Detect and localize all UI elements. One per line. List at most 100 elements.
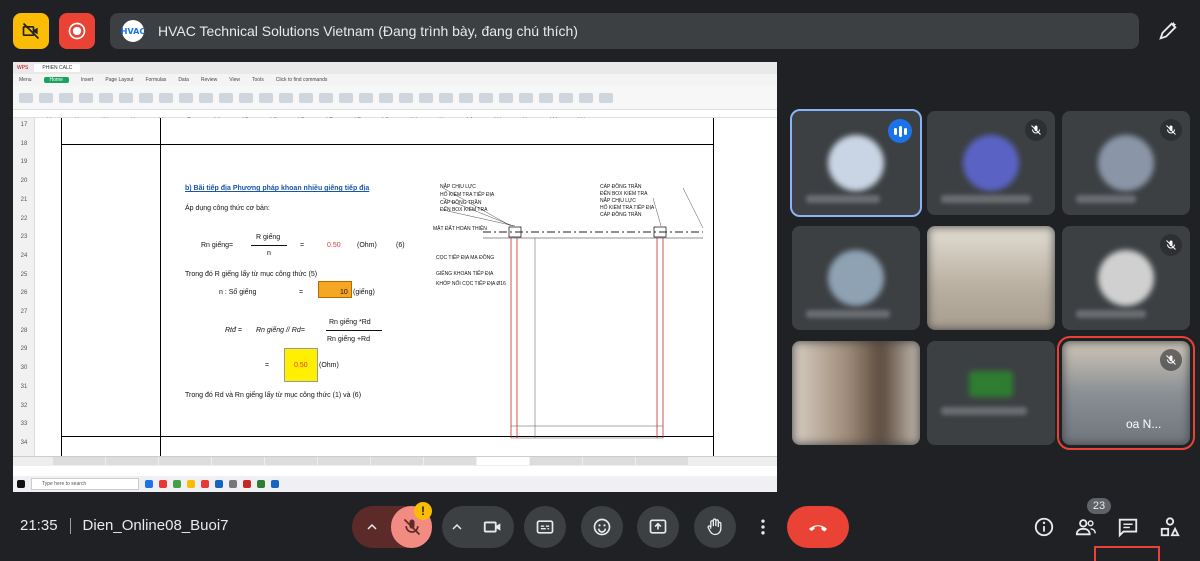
clock-time: 21:35 (20, 517, 58, 534)
diagram-label: GIẾNG KHOAN TIẾP ĐỊA (436, 271, 494, 277)
mic-off-icon (1160, 119, 1182, 141)
avatar (1098, 135, 1154, 191)
camera-control-group (442, 506, 514, 548)
rn-value: 0.50 (327, 242, 341, 249)
row-header: 23 (20, 234, 28, 241)
chat-icon[interactable] (1113, 512, 1143, 542)
camera-icon[interactable] (472, 516, 514, 538)
pen-annotate-icon[interactable] (1150, 13, 1186, 49)
info-icon[interactable] (1029, 512, 1059, 542)
participant-tile[interactable] (1062, 111, 1190, 215)
chevron-up-icon[interactable] (352, 506, 391, 548)
row-header: 32 (20, 402, 28, 409)
rtd-equals: = (265, 362, 270, 369)
participant-tile[interactable]: oa N... (1057, 336, 1195, 450)
row-headers: 17 18 19 20 21 22 23 24 25 26 27 28 29 30 31 32 33 34 (13, 118, 35, 456)
diagram-label: CÁP ĐỒNG TRẦN (600, 212, 642, 218)
mic-off-icon (1160, 349, 1182, 371)
n-label: n : Số giếng (219, 289, 257, 296)
hangup-icon[interactable] (787, 506, 849, 548)
rtd-denominator: Rn giếng +Rd (327, 336, 371, 343)
participant-tile[interactable] (927, 111, 1055, 215)
row-header: 30 (20, 365, 28, 372)
diagram-label: HỐ KIỂM TRA TIẾP ĐỊA (600, 205, 655, 211)
row-header: 18 (20, 140, 28, 147)
diagram-label: KHỚP NỐI CỌC TIẾP ĐỊA Ø16 (436, 281, 506, 287)
rtd-label: Rtđ = (225, 327, 242, 334)
captions-icon[interactable] (524, 506, 566, 548)
rtd-expr: Rn giếng // Rd= (256, 327, 305, 334)
more-vert-icon[interactable] (742, 506, 784, 548)
row-header: 20 (20, 178, 28, 185)
diagram-label: CÁP ĐỒNG TRẦN (600, 184, 642, 190)
participant-tile[interactable] (1062, 226, 1190, 330)
note-2: Trong đó Rd và Rn giếng lấy từ mục công … (185, 392, 362, 399)
spreadsheet-grid: 17 18 19 20 21 22 23 24 25 26 27 28 29 30 31 32 33 34 b) … (13, 118, 777, 456)
participant-tile[interactable] (927, 226, 1055, 330)
avatar (1098, 250, 1154, 306)
people-icon[interactable] (1071, 512, 1101, 542)
menu-item: Tools (252, 77, 264, 83)
menu-item: Home (43, 77, 69, 83)
avatar (828, 250, 884, 306)
rn-denominator: n (267, 250, 271, 257)
rtd-numerator: Rn giếng *Rd (329, 319, 371, 326)
rtd-unit: (Ohm) (319, 362, 339, 369)
rn-numerator: R giếng (256, 234, 281, 241)
diagram-label: CÁP ĐỒNG TRẦN (440, 200, 482, 206)
shared-screen: WPS PHIEN CALC Menu Home Insert Page Lay… (13, 62, 777, 492)
participant-name: oa N... (1126, 417, 1162, 431)
activities-icon[interactable] (1155, 512, 1185, 542)
spreadsheet-menu: Menu Home Insert Page Layout Formulas Da… (13, 74, 777, 86)
row-header: 28 (20, 327, 28, 334)
row-header: 22 (20, 215, 28, 222)
windows-taskbar: Type here to search (13, 476, 777, 492)
participant-tile[interactable] (790, 109, 922, 217)
menu-item: Click to find commands (275, 77, 328, 83)
diagram-label: HỐ KIỂM TRA TIẾP ĐỊA (440, 192, 495, 198)
diagram-label: CỌC TIẾP ĐỊA MẠ ĐỒNG (436, 255, 495, 261)
raise-hand-icon[interactable] (694, 506, 736, 548)
participant-video (792, 341, 920, 445)
n-unit: (giếng) (353, 289, 375, 296)
camera-off-icon[interactable] (13, 13, 49, 49)
diagram-label: ĐẾN BOX KIỂM TRA (440, 207, 488, 213)
speaking-icon (888, 119, 912, 143)
presentation-title-bar: HVAC HVAC Technical Solutions Vietnam (Đ… (110, 13, 1139, 49)
diagram-label: MẶT ĐẤT HOÀN THIỆN (433, 226, 487, 232)
avatar (828, 135, 884, 191)
participant-tile[interactable] (792, 341, 920, 445)
chevron-up-icon[interactable] (442, 521, 472, 533)
n-equals: = (299, 289, 304, 296)
participant-tile[interactable] (792, 226, 920, 330)
meet-window: HVAC HVAC Technical Solutions Vietnam (Đ… (0, 0, 1200, 561)
mic-off-icon (1160, 234, 1182, 256)
record-icon[interactable] (59, 13, 95, 49)
taskbar-search: Type here to search (31, 478, 139, 490)
avatar (963, 135, 1019, 191)
row-header: 27 (20, 309, 28, 315)
mic-off-icon (1025, 119, 1047, 141)
section-title: b) Bãi tiếp địa Phương pháp khoan nhiều … (185, 185, 370, 192)
row-header: 26 (20, 290, 28, 297)
meeting-name: Dien_Online08_Buoi7 (82, 517, 229, 534)
row-header: 24 (20, 252, 28, 259)
spreadsheet-ribbon (13, 86, 777, 110)
emoji-icon[interactable] (581, 506, 623, 548)
formula-bar (13, 110, 777, 118)
warning-badge: ! (414, 502, 432, 520)
present-icon[interactable] (637, 506, 679, 548)
spreadsheet-titlebar: WPS PHIEN CALC (13, 62, 777, 74)
rtd-value: 0.50 (294, 362, 308, 369)
row-header: 19 (20, 159, 28, 166)
rn-ref: (6) (396, 242, 405, 249)
presenter-logo: HVAC (121, 20, 145, 42)
n-value: 10 (340, 289, 348, 296)
menu-item: Insert (80, 77, 94, 83)
menu-item: Page Layout (105, 77, 134, 83)
menu-item: Menu (19, 77, 32, 83)
participant-tile[interactable] (927, 341, 1055, 445)
spreadsheet-tab: PHIEN CALC (34, 64, 81, 72)
row-header: 31 (20, 383, 28, 390)
row-header: 17 (20, 122, 28, 128)
